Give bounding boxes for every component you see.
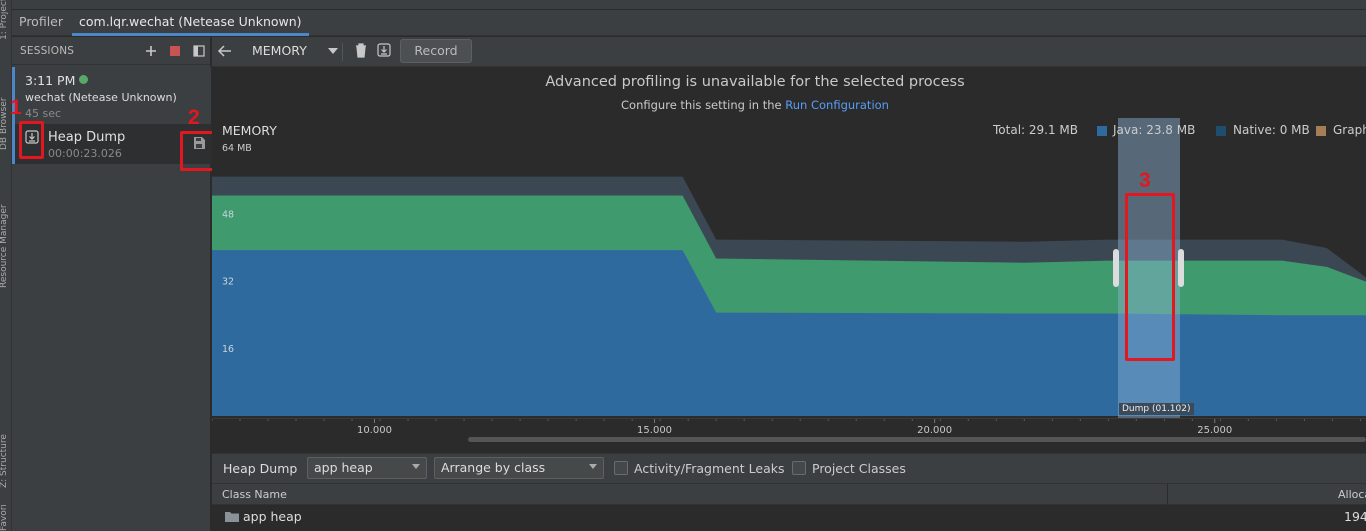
memory-chart[interactable]: 16 32 48 MEMORY 64 MB Total: 29.1 MB Java:… — [212, 118, 1366, 418]
force-heap-dump-icon[interactable] — [377, 43, 391, 60]
profiler-tab-bar: Profiler com.lqr.wechat (Netease Unknown… — [12, 10, 1366, 36]
run-configuration-link[interactable]: Run Configuration — [785, 98, 889, 112]
trash-icon[interactable] — [354, 43, 368, 61]
x-tick-label: 15.000 — [637, 425, 672, 436]
session-live-indicator — [79, 75, 88, 84]
sessions-header: SESSIONS — [12, 37, 211, 65]
add-session-icon[interactable] — [144, 44, 158, 58]
column-allocations[interactable]: Alloca — [1338, 488, 1366, 501]
legend-native: Native: 0 MB — [1233, 123, 1310, 137]
legend-graphics: Graph — [1333, 123, 1366, 137]
heap-select-value: app heap — [314, 460, 373, 475]
y-tick-label: 16 — [222, 344, 234, 355]
stop-session-icon[interactable] — [168, 44, 182, 58]
selection-handle-left[interactable] — [1113, 249, 1119, 287]
row-allocations: 194 — [1344, 509, 1366, 524]
legend-java-swatch — [1097, 126, 1107, 136]
arrow-left-icon[interactable] — [217, 44, 233, 61]
banner-title: Advanced profiling is unavailable for th… — [545, 74, 965, 90]
tab-process[interactable]: com.lqr.wechat (Netease Unknown) — [72, 10, 309, 36]
row-class-name: app heap — [243, 509, 302, 524]
chart-max-label: 64 MB — [222, 143, 252, 154]
memory-chart-svg: 16 32 48 — [212, 118, 1366, 418]
arrange-select-value: Arrange by class — [441, 460, 546, 475]
sessions-panel: SESSIONS 3:11 PM wechat (Netease Unknown… — [12, 37, 211, 531]
sessions-title: SESSIONS — [20, 45, 75, 57]
arrange-select[interactable]: Arrange by class — [434, 457, 604, 479]
annotation-label-3: 3 — [1139, 169, 1151, 192]
toolbar-divider — [342, 43, 343, 61]
title-strip — [12, 0, 1366, 10]
chart-label: MEMORY — [222, 123, 277, 138]
selection-handle-right[interactable] — [1178, 249, 1184, 287]
profiler-toolbar: MEMORY Record — [212, 37, 1366, 67]
heap-select[interactable]: app heap — [307, 457, 427, 479]
time-axis-svg: 10.000 15.000 20.000 25.000 — [212, 419, 1361, 436]
legend-graphics-swatch — [1316, 126, 1326, 136]
profiler-selector-value: MEMORY — [252, 43, 307, 58]
activity-fragment-leaks-label: Activity/Fragment Leaks — [634, 461, 785, 476]
legend-native-swatch — [1216, 126, 1226, 136]
dump-marker-label: Dump (01.102) — [1119, 403, 1194, 415]
time-axis: 10.000 15.000 20.000 25.000 — [212, 418, 1366, 452]
legend-total: Total: 29.1 MB — [993, 123, 1079, 137]
profiler-selector[interactable]: MEMORY — [242, 37, 338, 65]
x-tick-label: 20.000 — [917, 425, 952, 436]
heap-dump-timestamp: 00:00:23.026 — [48, 147, 122, 160]
annotation-box-1 — [19, 121, 44, 159]
chevron-down-icon — [328, 48, 338, 54]
heap-dump-label: Heap Dump — [48, 130, 126, 145]
project-classes-label: Project Classes — [812, 461, 906, 476]
annotation-label-2: 2 — [188, 106, 200, 129]
record-button[interactable]: Record — [400, 39, 472, 63]
collapse-panel-icon[interactable] — [192, 44, 206, 58]
folder-icon — [225, 511, 239, 525]
session-duration: 45 sec — [25, 107, 62, 120]
table-row[interactable]: app heap 194 — [212, 505, 1366, 529]
y-tick-label: 32 — [222, 277, 234, 288]
annotation-box-2 — [180, 131, 215, 171]
session-process: wechat (Netease Unknown) — [25, 91, 177, 104]
column-divider — [1167, 484, 1168, 505]
y-tick-label: 48 — [222, 209, 234, 220]
class-table-body: app heap 194 — [212, 505, 1366, 531]
heap-dump-toolbar: Heap Dump app heap Arrange by class Acti… — [212, 453, 1366, 483]
session-item[interactable]: 3:11 PM wechat (Netease Unknown) 45 sec — [12, 67, 211, 124]
class-table-header: Class Name Alloca — [212, 483, 1366, 505]
x-tick-label: 25.000 — [1197, 425, 1232, 436]
column-class-name[interactable]: Class Name — [222, 488, 287, 501]
tab-profiler[interactable]: Profiler — [12, 10, 70, 36]
activity-fragment-leaks-checkbox[interactable] — [614, 461, 628, 475]
banner-subtitle: Configure this setting in the Run Config… — [212, 98, 1298, 112]
chevron-down-icon — [412, 464, 420, 469]
annotation-box-3 — [1125, 193, 1175, 361]
chevron-down-icon — [589, 464, 597, 469]
session-time: 3:11 PM — [25, 73, 76, 88]
legend-java: Java: 23.8 MB — [1113, 123, 1196, 137]
timeline-scrollbar[interactable] — [468, 437, 1366, 442]
banner-subtitle-text: Configure this setting in the — [621, 98, 782, 112]
project-classes-checkbox[interactable] — [792, 461, 806, 475]
profiling-banner: Advanced profiling is unavailable for th… — [212, 68, 1366, 118]
tool-window-strip: 1: Project DB Browser Resource Manager Z… — [0, 0, 12, 531]
heap-dump-title: Heap Dump — [223, 461, 298, 476]
x-tick-label: 10.000 — [357, 425, 392, 436]
annotation-label-1: 1 — [10, 96, 22, 119]
